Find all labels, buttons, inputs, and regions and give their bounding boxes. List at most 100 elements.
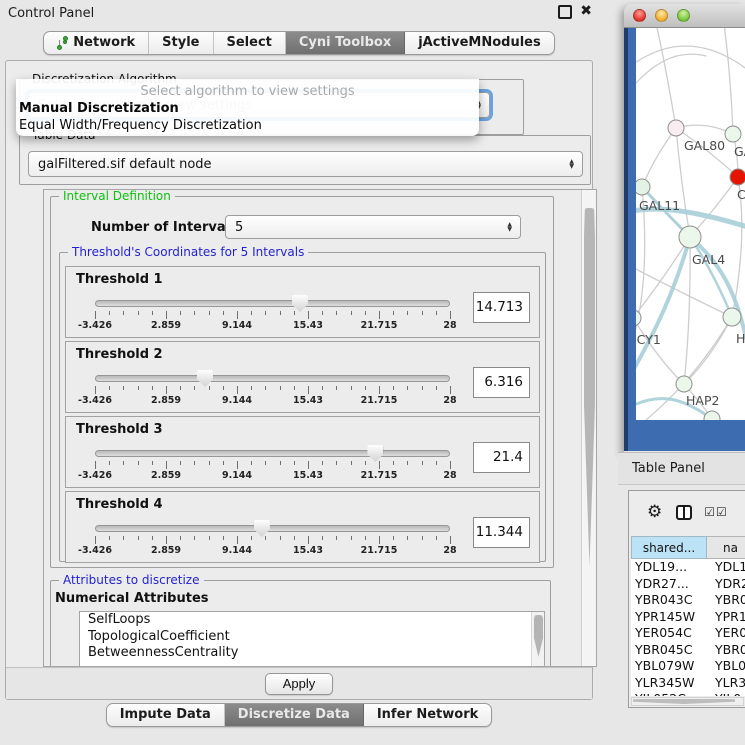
- threshold-box: Threshold 3-3.4262.8599.14415.4321.71528…: [65, 416, 540, 488]
- table-cell[interactable]: YLR345W: [631, 675, 707, 692]
- table-cell[interactable]: YER0: [707, 625, 745, 642]
- table-row[interactable]: YPR145WYPR1: [631, 609, 745, 626]
- table-row[interactable]: YLR345WYLR3: [631, 675, 745, 692]
- apply-button[interactable]: Apply: [265, 673, 334, 695]
- tab-infer-network[interactable]: Infer Network: [364, 704, 491, 726]
- network-edge: [676, 125, 733, 134]
- zoom-traffic-light-icon[interactable]: [677, 9, 690, 22]
- threshold-label: Threshold 1: [76, 272, 163, 287]
- slider-thumb[interactable]: [292, 295, 308, 312]
- tab-style[interactable]: Style: [149, 32, 213, 54]
- table-column-header[interactable]: shared...: [631, 536, 707, 559]
- network-node-gal4[interactable]: [679, 226, 701, 248]
- network-view-window[interactable]: GAL80GACGAL11GAL4GCY1HHAP2: [624, 4, 745, 452]
- table-row[interactable]: YBR045CYBR0: [631, 642, 745, 659]
- dropdown-item[interactable]: Manual Discretization: [16, 100, 479, 117]
- table-hscrollbar[interactable]: [631, 697, 744, 706]
- table-cell[interactable]: YBL0: [707, 658, 745, 675]
- table-cell[interactable]: YDL1: [707, 559, 745, 576]
- network-node-gcy1[interactable]: [636, 310, 641, 326]
- table-row[interactable]: YIL052CYIL0: [631, 691, 745, 696]
- network-edge: [636, 266, 732, 317]
- dropdown-item[interactable]: Equal Width/Frequency Discretization: [16, 117, 479, 134]
- close-icon[interactable]: ✖: [580, 3, 592, 19]
- tab-impute-data[interactable]: Impute Data: [107, 704, 225, 726]
- table-cell[interactable]: YIL0: [707, 691, 745, 696]
- network-window-titlebar[interactable]: [624, 4, 745, 28]
- threshold-value-field[interactable]: 21.4: [473, 442, 530, 473]
- table-data-select[interactable]: galFiltered.sif default node ▲▼: [28, 151, 583, 177]
- table-cell[interactable]: YPR1: [707, 609, 745, 626]
- threshold-slider[interactable]: -3.4262.8599.14415.4321.71528: [95, 297, 450, 337]
- node-label: GAL4: [692, 252, 725, 267]
- threshold-box: Threshold 2-3.4262.8599.14415.4321.71528…: [65, 341, 540, 413]
- settings-scrollbar[interactable]: [581, 190, 596, 666]
- network-node-ga[interactable]: [725, 126, 741, 142]
- table-cell[interactable]: YPR145W: [631, 609, 707, 626]
- threshold-slider[interactable]: -3.4262.8599.14415.4321.71528: [95, 372, 450, 412]
- attributes-scrollbar[interactable]: [531, 612, 544, 667]
- threshold-slider[interactable]: -3.4262.8599.14415.4321.71528: [95, 522, 450, 562]
- scrollbar-thumb[interactable]: [633, 699, 735, 704]
- minimize-traffic-light-icon[interactable]: [655, 9, 668, 22]
- network-node-gal11[interactable]: [636, 179, 650, 195]
- table-column-header[interactable]: na: [707, 536, 745, 559]
- table-cell[interactable]: YBL079W: [631, 658, 707, 675]
- table-data-group: Table Data galFiltered.sif default node …: [19, 135, 591, 185]
- tab-cyni-toolbox[interactable]: Cyni Toolbox: [286, 32, 405, 54]
- network-canvas[interactable]: GAL80GACGAL11GAL4GCY1HHAP2: [636, 28, 745, 420]
- table-panel-title: Table Panel: [618, 461, 705, 476]
- network-edge: [690, 177, 738, 237]
- threshold-slider[interactable]: -3.4262.8599.14415.4321.71528: [95, 447, 450, 487]
- attribute-list-item[interactable]: SelfLoops: [80, 612, 544, 629]
- attribute-list-item[interactable]: TopologicalCoefficient: [80, 629, 544, 646]
- scrollbar-thumb[interactable]: [584, 208, 595, 566]
- select-columns-checkboxes-icon[interactable]: ☑☑: [704, 505, 728, 519]
- network-node-gal80[interactable]: [668, 120, 684, 136]
- slider-thumb[interactable]: [197, 370, 213, 387]
- table-row[interactable]: YDR27...YDR2: [631, 576, 745, 593]
- network-node-hap2[interactable]: [676, 376, 692, 392]
- table-cell[interactable]: YBR045C: [631, 642, 707, 659]
- table-cell[interactable]: YER054C: [631, 625, 707, 642]
- columns-icon[interactable]: [676, 505, 692, 520]
- table-row[interactable]: YDL19...YDL1: [631, 559, 745, 576]
- table-cell[interactable]: YIL052C: [631, 691, 707, 696]
- close-traffic-light-icon[interactable]: [633, 9, 646, 22]
- attributes-list[interactable]: SelfLoopsTopologicalCoefficientBetweenne…: [79, 611, 545, 667]
- table-header-row[interactable]: shared...na: [631, 536, 745, 559]
- table-cell[interactable]: YBR043C: [631, 592, 707, 609]
- slider-thumb[interactable]: [254, 520, 270, 537]
- tab-jactivemnodules[interactable]: jActiveMNodules: [405, 32, 554, 54]
- table-cell[interactable]: YDL19...: [631, 559, 707, 576]
- threshold-value-field[interactable]: 14.713: [473, 292, 530, 323]
- table-cell[interactable]: YDR27...: [631, 576, 707, 593]
- table-cell[interactable]: YDR2: [707, 576, 745, 593]
- slider-thumb[interactable]: [367, 445, 383, 462]
- table-data-value: galFiltered.sif default node: [38, 157, 212, 172]
- tab-discretize-data[interactable]: Discretize Data: [225, 704, 364, 726]
- attribute-list-item[interactable]: BetweennessCentrality: [80, 645, 544, 662]
- network-node-c[interactable]: [730, 169, 745, 185]
- number-of-intervals-select[interactable]: 5 ▲▼: [225, 215, 521, 239]
- cyni-toolbox-content: Discretization Algorithm Select algorith…: [5, 60, 593, 700]
- control-panel: Control Panel ✖ NetworkStyleSelectCyni T…: [0, 0, 598, 745]
- tab-label: Network: [73, 35, 135, 50]
- table-cell[interactable]: YBR0: [707, 592, 745, 609]
- table-row[interactable]: YBR043CYBR0: [631, 592, 745, 609]
- table-row[interactable]: YBL079WYBL0: [631, 658, 745, 675]
- network-node[interactable]: [704, 411, 720, 420]
- node-table[interactable]: shared...na YDL19...YDL1YDR27...YDR2YBR0…: [631, 536, 745, 696]
- table-cell[interactable]: YLR3: [707, 675, 745, 692]
- gear-icon[interactable]: ⚙: [647, 502, 662, 522]
- threshold-value-field[interactable]: 6.316: [473, 367, 530, 398]
- tab-network[interactable]: Network: [44, 32, 149, 54]
- tab-select[interactable]: Select: [214, 32, 286, 54]
- network-node-h[interactable]: [723, 308, 741, 326]
- table-row[interactable]: YER054CYER0: [631, 625, 745, 642]
- table-cell[interactable]: YBR0: [707, 642, 745, 659]
- threshold-value-field[interactable]: 11.344: [473, 517, 530, 548]
- scrollbar-thumb[interactable]: [534, 615, 543, 657]
- float-window-icon[interactable]: [558, 5, 572, 19]
- tab-label: Cyni Toolbox: [299, 35, 391, 50]
